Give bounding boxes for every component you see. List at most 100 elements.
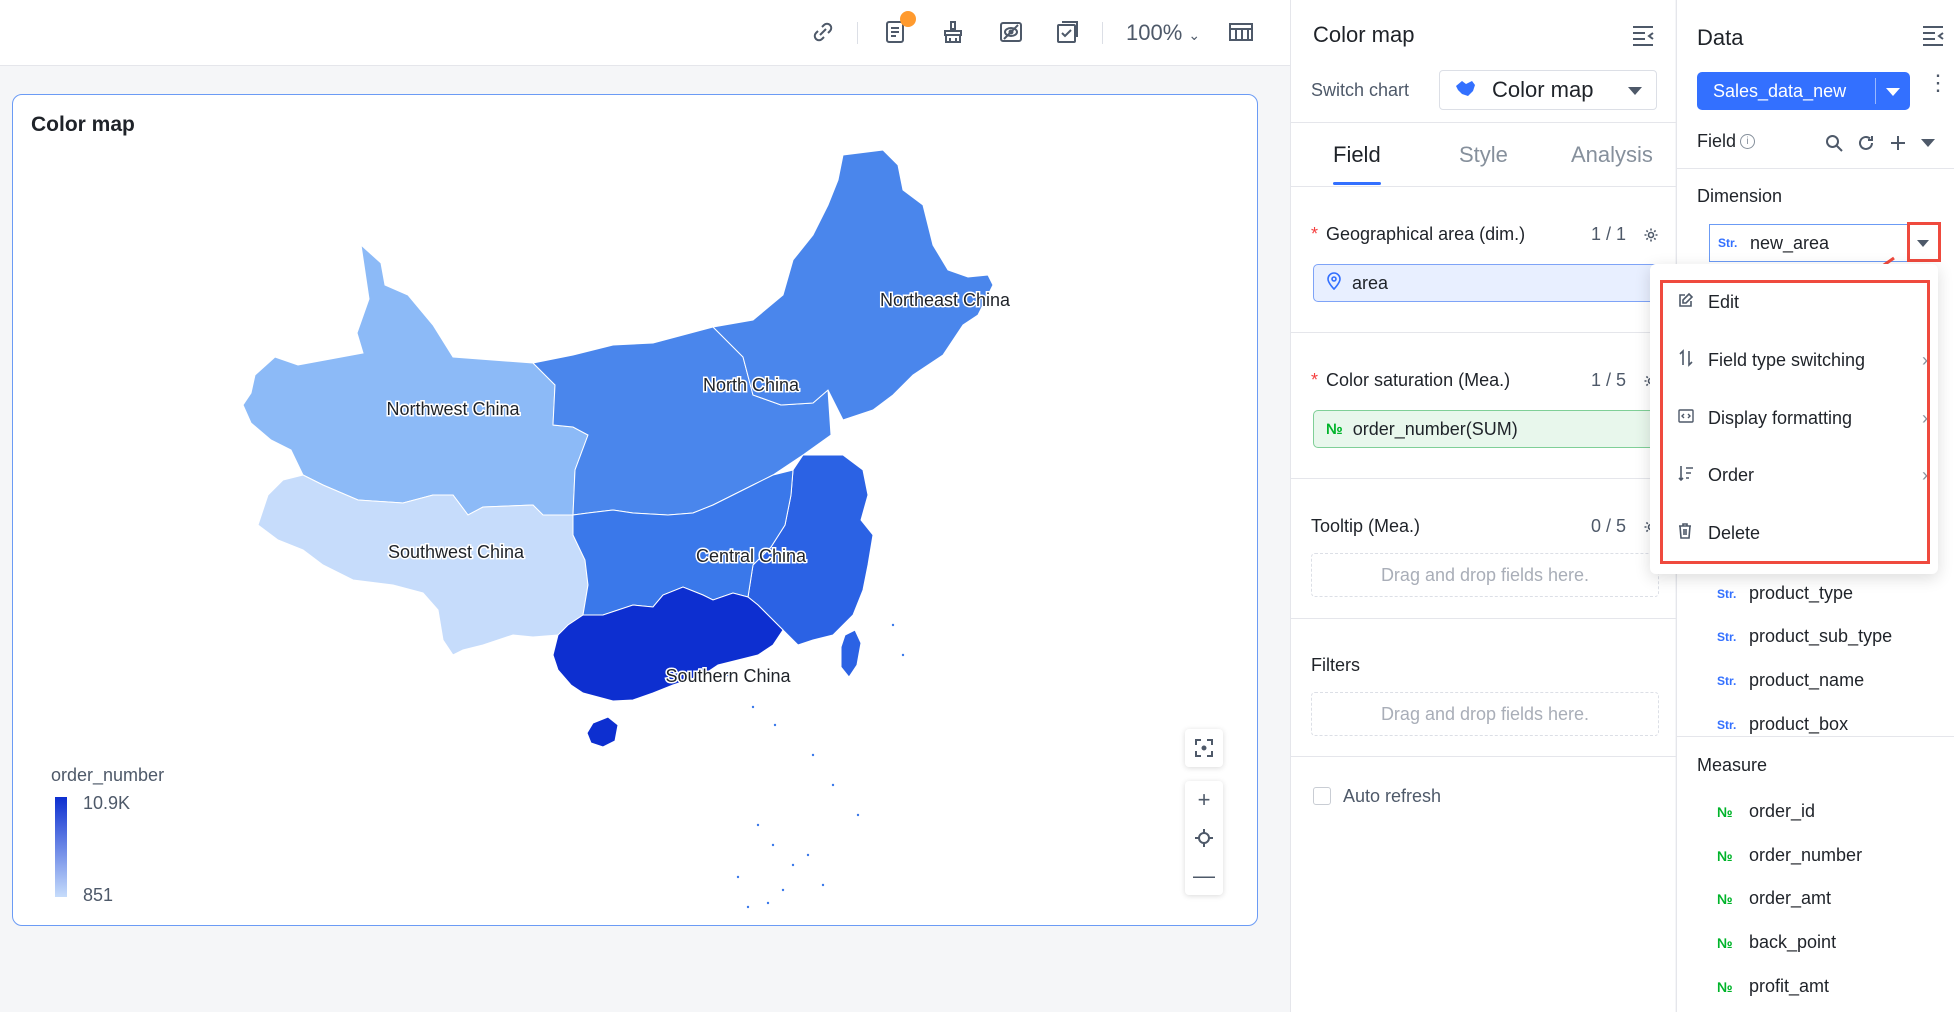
chart-card[interactable]: Color map Northwest China Southwest Chin…: [12, 94, 1258, 926]
list-item[interactable]: № order_id: [1717, 801, 1815, 822]
gear-icon[interactable]: [1643, 227, 1659, 243]
fit-view-icon[interactable]: [1185, 729, 1223, 767]
field-name: new_area: [1750, 232, 1830, 253]
dataset-select[interactable]: Sales_data_new: [1697, 72, 1910, 110]
switch-chart-value: Color map: [1492, 77, 1594, 102]
layout-icon[interactable]: [1226, 17, 1256, 47]
region-label: Northwest China: [386, 399, 520, 419]
config-panel: Color map Switch chart Color map Field S…: [1290, 0, 1676, 1012]
dataset-name: Sales_data_new: [1713, 80, 1847, 101]
filters-label: Filters: [1311, 655, 1360, 675]
color-saturation-field-name: order_number(SUM): [1352, 418, 1518, 439]
tab-field[interactable]: Field: [1333, 142, 1381, 168]
number-type-icon: №: [1326, 420, 1343, 438]
number-type-icon: №: [1717, 978, 1733, 995]
number-type-icon: №: [1717, 890, 1733, 907]
zoom-select[interactable]: 100% ⌄: [1126, 20, 1200, 46]
required-mark: *: [1311, 224, 1319, 244]
region-label: Southern China: [665, 666, 791, 686]
color-saturation-field-pill[interactable]: № order_number(SUM): [1313, 410, 1659, 448]
measure-label: Measure: [1697, 755, 1768, 775]
field-name: product_type: [1749, 583, 1854, 603]
divider: [1677, 736, 1954, 737]
toolbar-divider: [1102, 22, 1103, 44]
divider: [1291, 756, 1676, 757]
legend-max: 10.9K: [83, 793, 131, 813]
chevron-down-icon: [1628, 87, 1642, 95]
field-more-caret-icon[interactable]: [1917, 240, 1929, 247]
color-saturation-text: Color saturation (Mea.): [1326, 370, 1511, 390]
field-name: product_box: [1749, 714, 1849, 734]
zoom-out-icon[interactable]: —: [1185, 857, 1223, 895]
number-type-icon: №: [1717, 847, 1733, 864]
field-name: profit_amt: [1749, 976, 1830, 996]
chevron-down-icon: ⌄: [1188, 27, 1201, 43]
app-root: 100% ⌄ Color map Northwest China Southwe…: [0, 0, 1954, 1012]
brush-icon[interactable]: [938, 17, 968, 47]
refresh-icon[interactable]: [1857, 134, 1875, 152]
tab-analysis[interactable]: Analysis: [1571, 142, 1653, 168]
tab-style[interactable]: Style: [1459, 142, 1508, 168]
string-type-icon: Str.: [1717, 673, 1737, 688]
panel-title: Color map: [1313, 22, 1415, 47]
list-item[interactable]: № order_amt: [1717, 888, 1831, 909]
add-icon[interactable]: [1889, 134, 1907, 152]
divider: [1291, 478, 1676, 479]
list-item[interactable]: № profit_amt: [1717, 976, 1829, 997]
region-northwest-china[interactable]: [242, 243, 589, 516]
region-label: Southwest China: [388, 542, 525, 562]
locate-icon[interactable]: [1185, 819, 1223, 857]
legend-title: order_number: [51, 765, 165, 785]
tooltip-dropzone[interactable]: Drag and drop fields here.: [1311, 553, 1659, 597]
check-icon[interactable]: [1052, 17, 1082, 47]
zoom-value: 100%: [1126, 20, 1183, 45]
region-hainan[interactable]: [586, 716, 619, 748]
search-icon[interactable]: [1825, 134, 1843, 152]
divider: [1677, 168, 1954, 169]
list-item[interactable]: Str. product_sub_type: [1717, 626, 1892, 647]
geo-area-label: * Geographical area (dim.): [1311, 224, 1525, 245]
location-pin-icon: [1326, 272, 1342, 294]
number-type-icon: №: [1717, 803, 1733, 820]
tooltip-count: 0 / 5: [1591, 516, 1627, 536]
legend-gradient: [55, 797, 67, 897]
tooltip-label: Tooltip (Mea.): [1311, 516, 1421, 536]
chevron-down-icon[interactable]: [1921, 139, 1935, 147]
collapse-panel-icon[interactable]: [1631, 24, 1657, 48]
data-panel-title: Data: [1697, 25, 1744, 50]
field-name: product_sub_type: [1749, 626, 1893, 646]
region-taiwan[interactable]: [840, 629, 862, 678]
highlight-box: [1660, 280, 1930, 564]
divider: [1291, 618, 1676, 619]
filters-dropzone[interactable]: Drag and drop fields here.: [1311, 692, 1659, 736]
info-icon[interactable]: i: [1740, 134, 1756, 149]
geo-area-count: 1 / 1: [1591, 224, 1627, 244]
list-item[interactable]: № back_point: [1717, 932, 1836, 953]
list-item[interactable]: Str. product_type: [1717, 583, 1853, 604]
region-label: North China: [703, 375, 800, 395]
link-icon[interactable]: [808, 17, 838, 47]
divider: [1291, 332, 1676, 333]
list-item[interactable]: Str. product_name: [1717, 670, 1864, 691]
toolbar-divider: [857, 22, 858, 44]
region-label: Central China: [696, 546, 807, 566]
map-zoom-controls: + —: [1185, 781, 1223, 895]
field-label: Field: [1697, 131, 1737, 151]
collapse-data-panel-icon[interactable]: [1921, 24, 1947, 48]
switch-chart-select[interactable]: Color map: [1439, 70, 1657, 110]
list-item[interactable]: Str. product_box: [1717, 714, 1848, 735]
more-icon[interactable]: ⋮: [1927, 72, 1949, 94]
zoom-in-icon[interactable]: +: [1185, 781, 1223, 819]
dimension-label: Dimension: [1697, 186, 1783, 206]
preview-icon[interactable]: [996, 17, 1026, 47]
report-icon[interactable]: [880, 11, 916, 47]
color-saturation-label: * Color saturation (Mea.): [1311, 370, 1510, 391]
string-type-icon: Str.: [1717, 629, 1737, 644]
geo-area-field-pill[interactable]: area: [1313, 264, 1659, 302]
field-name: order_number: [1749, 845, 1863, 865]
string-type-icon: Str.: [1717, 586, 1737, 601]
field-name: back_point: [1749, 932, 1837, 952]
list-item[interactable]: № order_number: [1717, 845, 1862, 866]
auto-refresh-checkbox[interactable]: [1313, 787, 1331, 805]
active-tab-indicator: [1333, 182, 1381, 185]
